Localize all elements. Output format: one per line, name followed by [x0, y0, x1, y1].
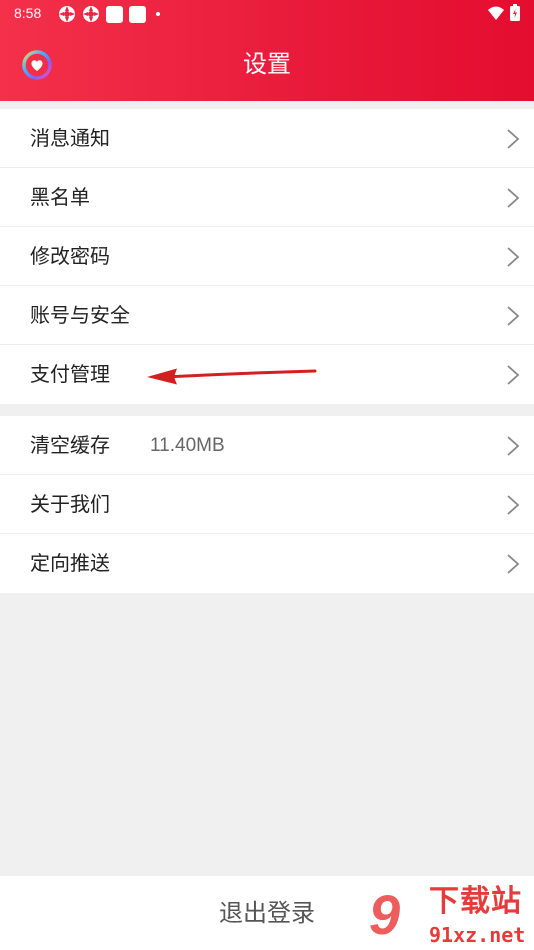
- settings-item-label: 消息通知: [30, 126, 110, 150]
- chevron-right-icon: [507, 365, 520, 385]
- app-header: 8:58 设置: [0, 0, 534, 101]
- chevron-right-icon: [507, 436, 520, 456]
- app-notification-icon: [59, 6, 75, 22]
- square-notification-icon: [129, 5, 146, 23]
- chevron-right-icon: [507, 247, 520, 267]
- status-bar: 8:58: [0, 0, 534, 28]
- annotation-arrow: [147, 368, 317, 385]
- settings-item-label: 支付管理: [30, 362, 110, 386]
- status-notification-icons: [58, 5, 160, 23]
- settings-item-change-password[interactable]: 修改密码: [0, 227, 534, 286]
- status-right-icons: [488, 4, 520, 21]
- settings-item-about-us[interactable]: 关于我们: [0, 475, 534, 534]
- watermark-bottom-text: 91xz.net: [429, 923, 526, 947]
- settings-item-blacklist[interactable]: 黑名单: [0, 168, 534, 227]
- app-notification-icon: [83, 6, 99, 22]
- settings-item-notifications[interactable]: 消息通知: [0, 109, 534, 168]
- watermark-top-text: 下载站: [429, 884, 522, 919]
- battery-icon: [510, 4, 520, 21]
- settings-item-label: 清空缓存: [30, 433, 110, 457]
- settings-group-account: 消息通知 黑名单 修改密码 账号与安全 支付管理: [0, 109, 534, 404]
- status-time: 8:58: [14, 5, 42, 21]
- watermark-logo: 9 下载站 91xz.net: [359, 883, 534, 950]
- settings-group-general: 清空缓存 11.40MB 关于我们 定向推送: [0, 416, 534, 593]
- settings-item-targeted-push[interactable]: 定向推送: [0, 534, 534, 593]
- settings-item-label: 关于我们: [30, 492, 110, 516]
- page-title: 设置: [243, 50, 291, 78]
- settings-item-account-security[interactable]: 账号与安全: [0, 286, 534, 345]
- cache-size-value: 11.40MB: [150, 435, 225, 456]
- watermark-big-text: 9: [369, 883, 401, 946]
- chevron-right-icon: [507, 495, 520, 515]
- square-notification-icon: [106, 5, 123, 23]
- chevron-right-icon: [507, 554, 520, 574]
- chevron-right-icon: [507, 188, 520, 208]
- wifi-icon: [488, 6, 504, 20]
- settings-item-label: 定向推送: [30, 551, 110, 575]
- settings-item-label: 账号与安全: [30, 303, 130, 327]
- settings-item-label: 黑名单: [30, 185, 90, 209]
- chevron-right-icon: [507, 306, 520, 326]
- more-dot-icon: [156, 12, 160, 16]
- settings-item-clear-cache[interactable]: 清空缓存 11.40MB: [0, 416, 534, 475]
- settings-item-label: 修改密码: [30, 244, 110, 268]
- chevron-right-icon: [507, 129, 520, 149]
